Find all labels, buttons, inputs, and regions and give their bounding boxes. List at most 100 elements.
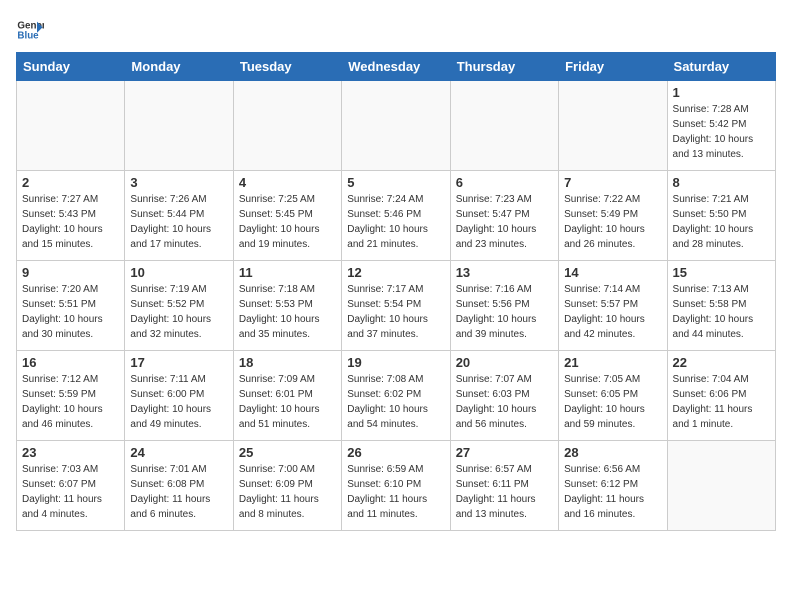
calendar-cell <box>559 81 667 171</box>
calendar-cell: 26Sunrise: 6:59 AMSunset: 6:10 PMDayligh… <box>342 441 450 531</box>
day-info: Sunrise: 7:21 AMSunset: 5:50 PMDaylight:… <box>673 192 770 252</box>
weekday-header: Tuesday <box>233 53 341 81</box>
day-number: 25 <box>239 445 336 460</box>
svg-text:Blue: Blue <box>17 30 39 41</box>
weekday-header: Thursday <box>450 53 558 81</box>
day-number: 2 <box>22 175 119 190</box>
calendar-cell: 19 Sunrise: 7:08 AMSunset: 6:02 PMDayligh… <box>342 351 450 441</box>
day-info: Sunrise: 7:19 AMSunset: 5:52 PMDaylight:… <box>130 282 227 342</box>
calendar-cell: 5Sunrise: 7:24 AMSunset: 5:46 PMDaylight… <box>342 171 450 261</box>
weekday-header: Saturday <box>667 53 775 81</box>
day-number: 19 <box>347 355 444 370</box>
day-info: Sunrise: 7:00 AMSunset: 6:09 PMDaylight:… <box>239 462 336 522</box>
page-header: General Blue <box>16 16 776 44</box>
calendar-week-row: 1 Sunrise: 7:28 AMSunset: 5:42 PMDaylight… <box>17 81 776 171</box>
calendar-cell: 22 Sunrise: 7:04 AMSunset: 6:06 PMDayligh… <box>667 351 775 441</box>
day-info: Sunrise: 7:04 AMSunset: 6:06 PMDaylight:… <box>673 372 770 432</box>
calendar-cell: 15 Sunrise: 7:13 AMSunset: 5:58 PMDayligh… <box>667 261 775 351</box>
day-info: Sunrise: 7:26 AMSunset: 5:44 PMDaylight:… <box>130 192 227 252</box>
calendar-cell: 8 Sunrise: 7:21 AMSunset: 5:50 PMDaylight… <box>667 171 775 261</box>
day-info: Sunrise: 7:07 AMSunset: 6:03 PMDaylight:… <box>456 372 553 432</box>
calendar-cell <box>125 81 233 171</box>
calendar-cell: 24 Sunrise: 7:01 AMSunset: 6:08 PMDayligh… <box>125 441 233 531</box>
calendar-cell: 27 Sunrise: 6:57 AMSunset: 6:11 PMDayligh… <box>450 441 558 531</box>
day-info: Sunrise: 7:28 AMSunset: 5:42 PMDaylight:… <box>673 102 770 162</box>
day-info: Sunrise: 7:08 AMSunset: 6:02 PMDaylight:… <box>347 372 444 432</box>
day-number: 24 <box>130 445 227 460</box>
day-info: Sunrise: 7:11 AMSunset: 6:00 PMDaylight:… <box>130 372 227 432</box>
calendar-week-row: 16 Sunrise: 7:12 AMSunset: 5:59 PMDayligh… <box>17 351 776 441</box>
calendar-cell: 14 Sunrise: 7:14 AMSunset: 5:57 PMDayligh… <box>559 261 667 351</box>
calendar-cell: 6Sunrise: 7:23 AMSunset: 5:47 PMDaylight… <box>450 171 558 261</box>
day-number: 14 <box>564 265 661 280</box>
calendar-cell <box>667 441 775 531</box>
day-number: 17 <box>130 355 227 370</box>
day-number: 21 <box>564 355 661 370</box>
day-info: Sunrise: 7:17 AMSunset: 5:54 PMDaylight:… <box>347 282 444 342</box>
day-info: Sunrise: 7:16 AMSunset: 5:56 PMDaylight:… <box>456 282 553 342</box>
calendar-cell: 10 Sunrise: 7:19 AMSunset: 5:52 PMDayligh… <box>125 261 233 351</box>
calendar-cell: 9 Sunrise: 7:20 AMSunset: 5:51 PMDaylight… <box>17 261 125 351</box>
calendar-week-row: 23 Sunrise: 7:03 AMSunset: 6:07 PMDayligh… <box>17 441 776 531</box>
calendar-cell: 23 Sunrise: 7:03 AMSunset: 6:07 PMDayligh… <box>17 441 125 531</box>
weekday-header: Wednesday <box>342 53 450 81</box>
day-number: 23 <box>22 445 119 460</box>
day-info: Sunrise: 7:01 AMSunset: 6:08 PMDaylight:… <box>130 462 227 522</box>
day-number: 8 <box>673 175 770 190</box>
weekday-header: Sunday <box>17 53 125 81</box>
day-info: Sunrise: 7:22 AMSunset: 5:49 PMDaylight:… <box>564 192 661 252</box>
calendar-body: 1 Sunrise: 7:28 AMSunset: 5:42 PMDaylight… <box>17 81 776 531</box>
calendar-cell: 28Sunrise: 6:56 AMSunset: 6:12 PMDayligh… <box>559 441 667 531</box>
day-info: Sunrise: 7:18 AMSunset: 5:53 PMDaylight:… <box>239 282 336 342</box>
day-info: Sunrise: 7:13 AMSunset: 5:58 PMDaylight:… <box>673 282 770 342</box>
day-info: Sunrise: 7:14 AMSunset: 5:57 PMDaylight:… <box>564 282 661 342</box>
calendar-cell: 25 Sunrise: 7:00 AMSunset: 6:09 PMDayligh… <box>233 441 341 531</box>
calendar-week-row: 2Sunrise: 7:27 AMSunset: 5:43 PMDaylight… <box>17 171 776 261</box>
day-number: 18 <box>239 355 336 370</box>
day-info: Sunrise: 7:24 AMSunset: 5:46 PMDaylight:… <box>347 192 444 252</box>
day-number: 27 <box>456 445 553 460</box>
calendar-cell <box>17 81 125 171</box>
day-number: 20 <box>456 355 553 370</box>
calendar-cell: 20 Sunrise: 7:07 AMSunset: 6:03 PMDayligh… <box>450 351 558 441</box>
day-info: Sunrise: 7:12 AMSunset: 5:59 PMDaylight:… <box>22 372 119 432</box>
day-info: Sunrise: 7:05 AMSunset: 6:05 PMDaylight:… <box>564 372 661 432</box>
calendar-week-row: 9 Sunrise: 7:20 AMSunset: 5:51 PMDaylight… <box>17 261 776 351</box>
day-number: 22 <box>673 355 770 370</box>
calendar-cell: 2Sunrise: 7:27 AMSunset: 5:43 PMDaylight… <box>17 171 125 261</box>
calendar-cell: 13 Sunrise: 7:16 AMSunset: 5:56 PMDayligh… <box>450 261 558 351</box>
day-number: 4 <box>239 175 336 190</box>
calendar-cell: 21 Sunrise: 7:05 AMSunset: 6:05 PMDayligh… <box>559 351 667 441</box>
calendar-header-row: SundayMondayTuesdayWednesdayThursdayFrid… <box>17 53 776 81</box>
calendar-cell: 1 Sunrise: 7:28 AMSunset: 5:42 PMDaylight… <box>667 81 775 171</box>
calendar-cell: 4 Sunrise: 7:25 AMSunset: 5:45 PMDaylight… <box>233 171 341 261</box>
day-number: 16 <box>22 355 119 370</box>
calendar-table: SundayMondayTuesdayWednesdayThursdayFrid… <box>16 52 776 531</box>
day-number: 12 <box>347 265 444 280</box>
logo-icon: General Blue <box>16 16 44 44</box>
day-info: Sunrise: 6:57 AMSunset: 6:11 PMDaylight:… <box>456 462 553 522</box>
calendar-cell: 7Sunrise: 7:22 AMSunset: 5:49 PMDaylight… <box>559 171 667 261</box>
calendar-cell: 11 Sunrise: 7:18 AMSunset: 5:53 PMDayligh… <box>233 261 341 351</box>
day-number: 10 <box>130 265 227 280</box>
day-info: Sunrise: 7:03 AMSunset: 6:07 PMDaylight:… <box>22 462 119 522</box>
weekday-header: Monday <box>125 53 233 81</box>
calendar-cell: 17 Sunrise: 7:11 AMSunset: 6:00 PMDayligh… <box>125 351 233 441</box>
day-number: 28 <box>564 445 661 460</box>
day-info: Sunrise: 7:20 AMSunset: 5:51 PMDaylight:… <box>22 282 119 342</box>
day-info: Sunrise: 7:25 AMSunset: 5:45 PMDaylight:… <box>239 192 336 252</box>
day-number: 1 <box>673 85 770 100</box>
calendar-cell: 3 Sunrise: 7:26 AMSunset: 5:44 PMDaylight… <box>125 171 233 261</box>
day-number: 15 <box>673 265 770 280</box>
day-number: 6 <box>456 175 553 190</box>
day-number: 9 <box>22 265 119 280</box>
day-number: 13 <box>456 265 553 280</box>
calendar-cell: 18 Sunrise: 7:09 AMSunset: 6:01 PMDayligh… <box>233 351 341 441</box>
calendar-cell <box>342 81 450 171</box>
day-number: 11 <box>239 265 336 280</box>
day-number: 3 <box>130 175 227 190</box>
calendar-cell: 12 Sunrise: 7:17 AMSunset: 5:54 PMDayligh… <box>342 261 450 351</box>
day-info: Sunrise: 7:09 AMSunset: 6:01 PMDaylight:… <box>239 372 336 432</box>
calendar-cell <box>450 81 558 171</box>
calendar-cell: 16 Sunrise: 7:12 AMSunset: 5:59 PMDayligh… <box>17 351 125 441</box>
